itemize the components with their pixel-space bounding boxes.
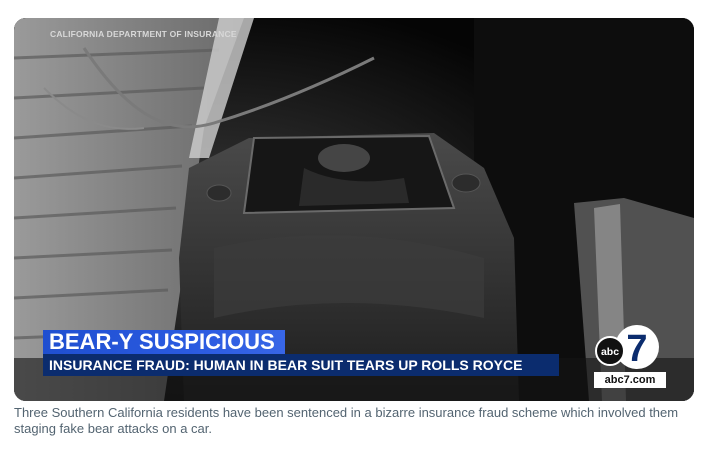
news-video-thumbnail[interactable]: CALIFORNIA DEPARTMENT OF INSURANCE BEAR-… [14, 18, 694, 401]
channel-number: 7 [626, 328, 647, 370]
video-source-watermark: CALIFORNIA DEPARTMENT OF INSURANCE [50, 29, 237, 39]
news-lower-third: BEAR-Y SUSPICIOUS INSURANCE FRAUD: HUMAN… [43, 330, 559, 376]
headline-banner: BEAR-Y SUSPICIOUS [43, 330, 285, 354]
subheadline-banner: INSURANCE FRAUD: HUMAN IN BEAR SUIT TEAR… [43, 354, 559, 376]
tweet-media-region: CALIFORNIA DEPARTMENT OF INSURANCE BEAR-… [0, 0, 709, 449]
abc-wordmark: abc [601, 346, 619, 358]
media-caption: Three Southern California residents have… [14, 405, 679, 436]
station-url-label: abc7.com [594, 372, 666, 388]
